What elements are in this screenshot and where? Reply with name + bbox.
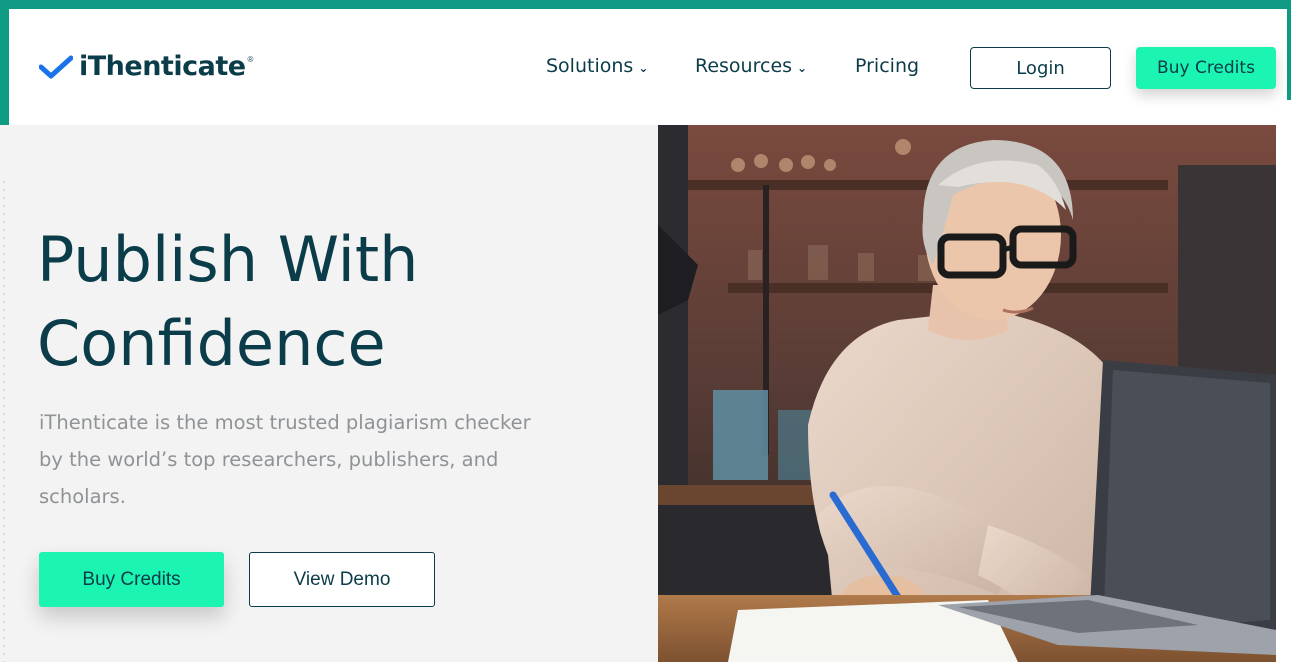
hero-title-line-1: Publish With: [37, 223, 419, 296]
window-frame-top: [0, 0, 1291, 9]
chevron-down-icon: ⌄: [638, 60, 649, 75]
nav-pricing-label: Pricing: [855, 55, 920, 77]
logo-wordmark: iThenticate: [79, 51, 246, 82]
hero-title-line-2: Confidence: [37, 307, 386, 380]
ithenticate-logo[interactable]: iThenticate ®: [39, 51, 253, 82]
site-header: iThenticate ® Solutions ⌄ Resources ⌄ Pr…: [9, 9, 1287, 125]
hero-subtitle: iThenticate is the most trusted plagiari…: [39, 404, 559, 515]
nav-resources[interactable]: Resources ⌄: [695, 55, 807, 77]
checkmark-icon: [39, 55, 73, 78]
nav-solutions[interactable]: Solutions ⌄: [546, 55, 648, 77]
hero-subtitle-line-2: by the world’s top researchers, publishe…: [39, 448, 499, 471]
hero-buy-credits-button[interactable]: Buy Credits: [39, 552, 224, 607]
chevron-down-icon: ⌄: [797, 60, 808, 75]
login-button[interactable]: Login: [970, 47, 1111, 89]
dotted-edge-decoration: [0, 178, 8, 662]
registered-mark: ®: [247, 55, 254, 64]
nav-solutions-label: Solutions: [546, 55, 634, 77]
hero-title: Publish With Confidence: [37, 218, 597, 386]
nav-pricing[interactable]: Pricing: [855, 55, 919, 77]
header-buy-credits-button[interactable]: Buy Credits: [1136, 47, 1276, 89]
hero-subtitle-line-3: scholars.: [39, 485, 126, 508]
right-edge-strip: [1276, 125, 1291, 662]
view-demo-button[interactable]: View Demo: [249, 552, 435, 607]
hero-subtitle-line-1: iThenticate is the most trusted plagiari…: [39, 411, 531, 434]
nav-resources-label: Resources: [695, 55, 793, 77]
hero-photo: [658, 125, 1276, 662]
woman-with-laptop-illustration: [658, 125, 1276, 662]
window-frame-right: [1287, 0, 1291, 100]
